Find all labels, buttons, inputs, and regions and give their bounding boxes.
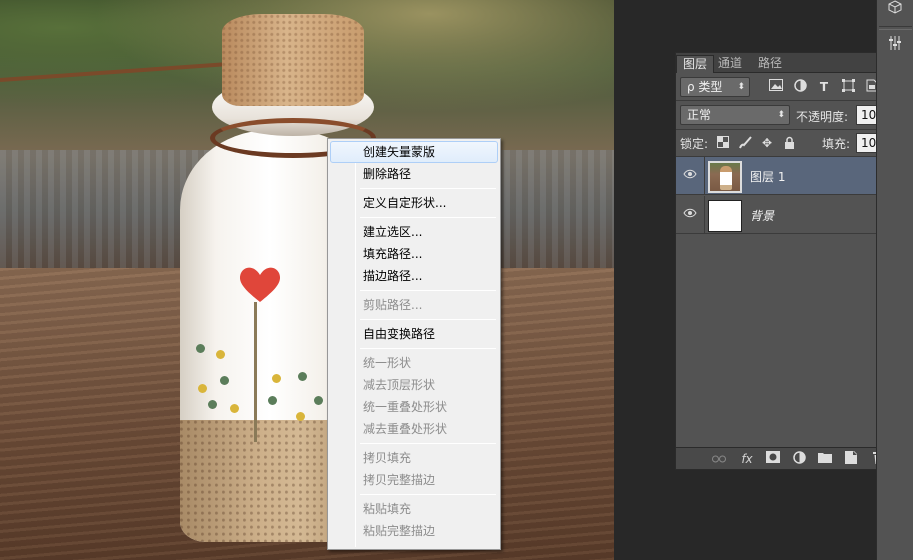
photo-cork [222, 14, 364, 106]
lock-label: 锁定: [680, 137, 709, 151]
path-context-menu: 创建矢量蒙版 删除路径定义自定形状... 建立选区... 填充路径... 描边路径...… [327, 138, 501, 550]
layer-row-background[interactable]: 背景 [676, 196, 900, 234]
menu-separator [360, 319, 496, 320]
layer-filter-kind-select[interactable]: ρ 类型 ⬍ [680, 77, 750, 97]
menu-item-0[interactable]: 创建矢量蒙版 [330, 141, 498, 163]
layer-thumbnail-photo [708, 161, 742, 193]
image-filter-icon[interactable] [768, 79, 784, 95]
layer-filter-kind-label: ρ 类型 [687, 80, 723, 94]
photo-dot [196, 344, 205, 353]
type-filter-icon[interactable]: T [816, 79, 832, 95]
photo-dot [220, 376, 229, 385]
photo-dot [216, 350, 225, 359]
lock-transparent-pixels-icon[interactable] [716, 136, 730, 150]
menu-item-22: 粘贴完整描边 [363, 524, 436, 538]
photo-dot [298, 372, 307, 381]
lock-image-pixels-icon[interactable] [738, 136, 752, 150]
menu-item-3[interactable]: 定义自定形状... [330, 192, 498, 214]
adjustment-filter-icon[interactable] [792, 79, 808, 95]
photo-dot [314, 396, 323, 405]
photo-stem [254, 302, 257, 442]
menu-item-1[interactable]: 删除路径 [330, 163, 498, 185]
right-tool-strip [876, 0, 913, 560]
menu-item-13: 统一形状 [363, 356, 412, 370]
photo-dot [272, 374, 281, 383]
photo-dot [230, 404, 239, 413]
workspace-background [614, 0, 676, 560]
lock-position-icon[interactable]: ✥ [760, 136, 774, 150]
menu-separator [360, 188, 496, 189]
menu-separator [360, 494, 496, 495]
menu-item-11[interactable]: 自由变换路径 [330, 323, 498, 345]
menu-item-14: 减去顶层形状 [363, 378, 436, 392]
adjustment-layer-icon[interactable] [790, 451, 808, 467]
menu-item-6[interactable]: 填充路径... [330, 243, 498, 265]
menu-separator [360, 443, 496, 444]
divider [704, 196, 705, 234]
fill-label: 填充: [822, 137, 851, 151]
strip-grip [879, 26, 912, 30]
fx-icon[interactable]: fx [738, 451, 756, 467]
photo-dot [268, 396, 277, 405]
menu-item-9: 剪贴路径... [363, 298, 423, 312]
workspace-background-lower [675, 471, 875, 560]
layer-thumbnail-white [708, 200, 742, 232]
adjustments-icon[interactable] [885, 36, 905, 54]
add-mask-icon[interactable] [764, 451, 782, 467]
menu-item-15: 统一重叠处形状 [363, 400, 448, 414]
blend-mode-select[interactable]: 正常 ⬍ [680, 105, 790, 125]
link-layers-icon[interactable] [710, 451, 728, 467]
layer-row-layer1[interactable]: 图层 1 [676, 157, 900, 195]
photo-dot [296, 412, 305, 421]
divider [704, 157, 705, 195]
lock-all-icon[interactable] [782, 136, 796, 150]
layer-name[interactable]: 背景 [750, 207, 774, 224]
tab-layers[interactable]: 图层 [676, 55, 715, 73]
layer-name[interactable]: 图层 1 [750, 168, 785, 185]
eye-icon[interactable] [682, 168, 698, 182]
cube-3d-icon[interactable] [885, 0, 905, 18]
new-layer-icon[interactable] [842, 451, 860, 467]
shape-filter-icon[interactable] [840, 79, 856, 95]
menu-separator [360, 290, 496, 291]
tab-channels[interactable]: 通道 [712, 55, 748, 73]
eye-icon[interactable] [682, 207, 698, 221]
menu-item-5[interactable]: 建立选区... [330, 221, 498, 243]
chevron-updown-icon: ⬍ [777, 110, 785, 120]
menu-item-7[interactable]: 描边路径... [330, 265, 498, 287]
tab-paths[interactable]: 路径 [752, 55, 788, 73]
photo-dot [208, 400, 217, 409]
photo-dot [198, 384, 207, 393]
blend-mode-value: 正常 [687, 108, 712, 122]
menu-separator [360, 348, 496, 349]
menu-item-21: 粘贴填充 [363, 502, 412, 516]
menu-item-18: 拷贝填充 [363, 451, 412, 465]
chevron-updown-icon: ⬍ [737, 82, 745, 92]
opacity-label: 不透明度: [796, 110, 849, 124]
menu-separator [360, 217, 496, 218]
menu-item-19: 拷贝完整描边 [363, 473, 436, 487]
document-canvas[interactable] [0, 0, 614, 560]
menu-item-16: 减去重叠处形状 [363, 422, 448, 436]
photo-heart-motif [239, 267, 281, 302]
new-group-icon[interactable] [816, 451, 834, 467]
